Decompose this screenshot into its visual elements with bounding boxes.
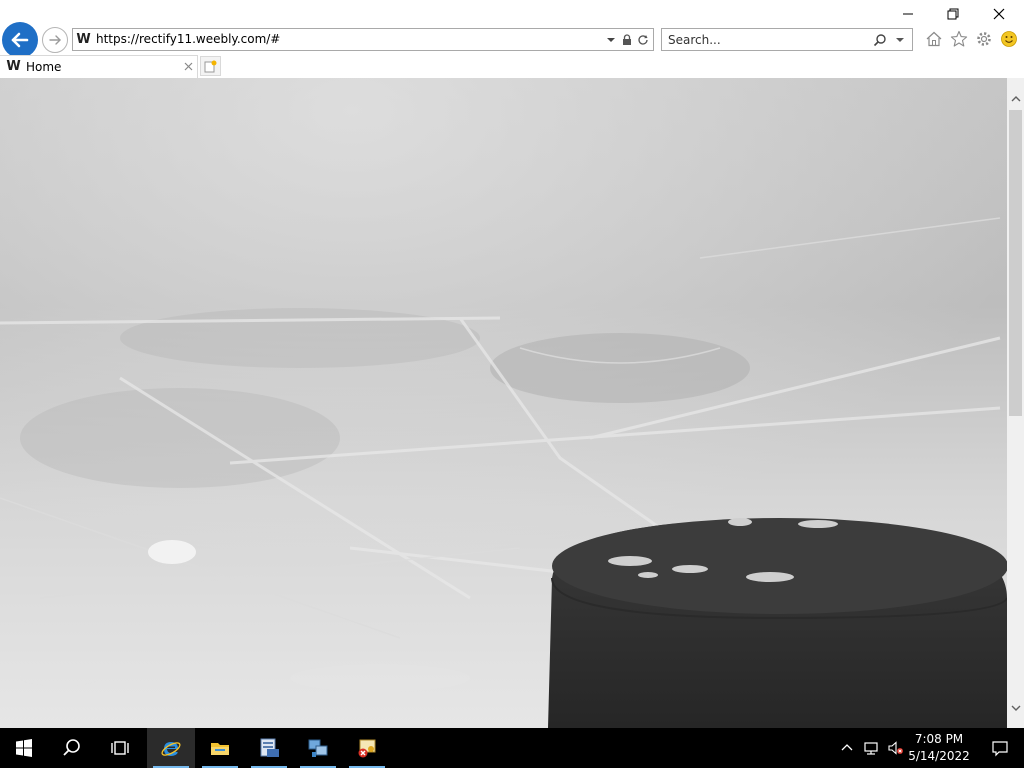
- scroll-up-icon[interactable]: [1007, 90, 1024, 107]
- refresh-icon[interactable]: [637, 32, 649, 48]
- tab-close-icon[interactable]: [182, 60, 194, 72]
- forward-button[interactable]: [42, 27, 68, 53]
- tab-favicon-icon: W: [6, 59, 21, 74]
- task-view-button[interactable]: [96, 728, 144, 768]
- taskbar-clock[interactable]: 7:08 PM 5/14/2022: [906, 731, 972, 765]
- volume-muted-icon: [888, 741, 903, 755]
- file-explorer-icon: [211, 743, 229, 755]
- taskbar-server-manager[interactable]: [245, 728, 293, 768]
- address-bar-actions: [605, 32, 649, 48]
- tray-overflow-button[interactable]: [838, 728, 856, 768]
- restore-icon: [947, 8, 959, 20]
- internet-explorer-icon: [161, 742, 181, 756]
- minimize-button[interactable]: [885, 0, 931, 28]
- task-view-icon: [111, 741, 129, 755]
- taskbar-network-settings[interactable]: [294, 728, 342, 768]
- clock-time: 7:08 PM: [914, 732, 964, 746]
- lock-icon[interactable]: [621, 32, 633, 48]
- tab-home[interactable]: W Home: [0, 55, 198, 78]
- address-dropdown-icon[interactable]: [605, 32, 617, 48]
- tray-volume[interactable]: [884, 728, 906, 768]
- restore-button[interactable]: [930, 0, 976, 28]
- close-icon: [993, 8, 1005, 20]
- settings-gear-icon[interactable]: [974, 28, 994, 50]
- search-dropdown-icon[interactable]: [894, 32, 906, 48]
- back-button[interactable]: [2, 22, 38, 58]
- taskbar-certificate-tool[interactable]: [343, 728, 391, 768]
- forward-arrow-icon: [49, 35, 61, 45]
- taskbar-internet-explorer[interactable]: [147, 728, 195, 768]
- search-input[interactable]: [662, 29, 872, 50]
- feedback-smiley-icon[interactable]: [999, 28, 1019, 50]
- start-button[interactable]: [0, 728, 48, 768]
- taskbar-search-button[interactable]: [48, 728, 96, 768]
- address-url[interactable]: https://rectify11.weebly.com/#: [96, 32, 280, 47]
- server-manager-icon: [260, 738, 279, 757]
- close-button[interactable]: [976, 0, 1022, 28]
- certificate-error-icon: [358, 739, 376, 758]
- browser-chrome: W https://rectify11.weebly.com/# Search.…: [0, 0, 1024, 78]
- network-settings-icon: [308, 739, 328, 757]
- browser-tools: [924, 28, 1019, 50]
- search-box[interactable]: [661, 28, 913, 51]
- page-viewport: [0, 78, 1007, 728]
- tray-chevron-icon: [841, 744, 853, 751]
- favorites-star-icon[interactable]: [949, 28, 969, 50]
- action-center-button[interactable]: [976, 728, 1024, 768]
- clock-date: 5/14/2022: [908, 749, 970, 763]
- tab-title: Home: [26, 60, 62, 74]
- start-icon: [16, 739, 32, 757]
- taskbar: 7:08 PM 5/14/2022: [0, 728, 1024, 768]
- scrollbar-thumb[interactable]: [1009, 110, 1022, 416]
- vertical-scrollbar[interactable]: [1007, 78, 1024, 728]
- network-icon: [864, 742, 878, 755]
- notification-icon: [992, 741, 1008, 757]
- taskbar-file-explorer[interactable]: [196, 728, 244, 768]
- minimize-icon: [903, 13, 913, 15]
- scroll-down-icon[interactable]: [1007, 699, 1024, 716]
- new-tab-button[interactable]: [200, 56, 221, 76]
- hero-image: [0, 78, 1007, 728]
- tray-network[interactable]: [860, 728, 882, 768]
- site-favicon-icon: W: [76, 32, 91, 47]
- new-tab-icon: [204, 60, 217, 72]
- address-bar[interactable]: W https://rectify11.weebly.com/#: [72, 28, 654, 51]
- back-arrow-icon: [11, 32, 29, 48]
- search-icon: [63, 739, 80, 756]
- home-icon[interactable]: [924, 28, 944, 50]
- search-icon[interactable]: [872, 32, 888, 48]
